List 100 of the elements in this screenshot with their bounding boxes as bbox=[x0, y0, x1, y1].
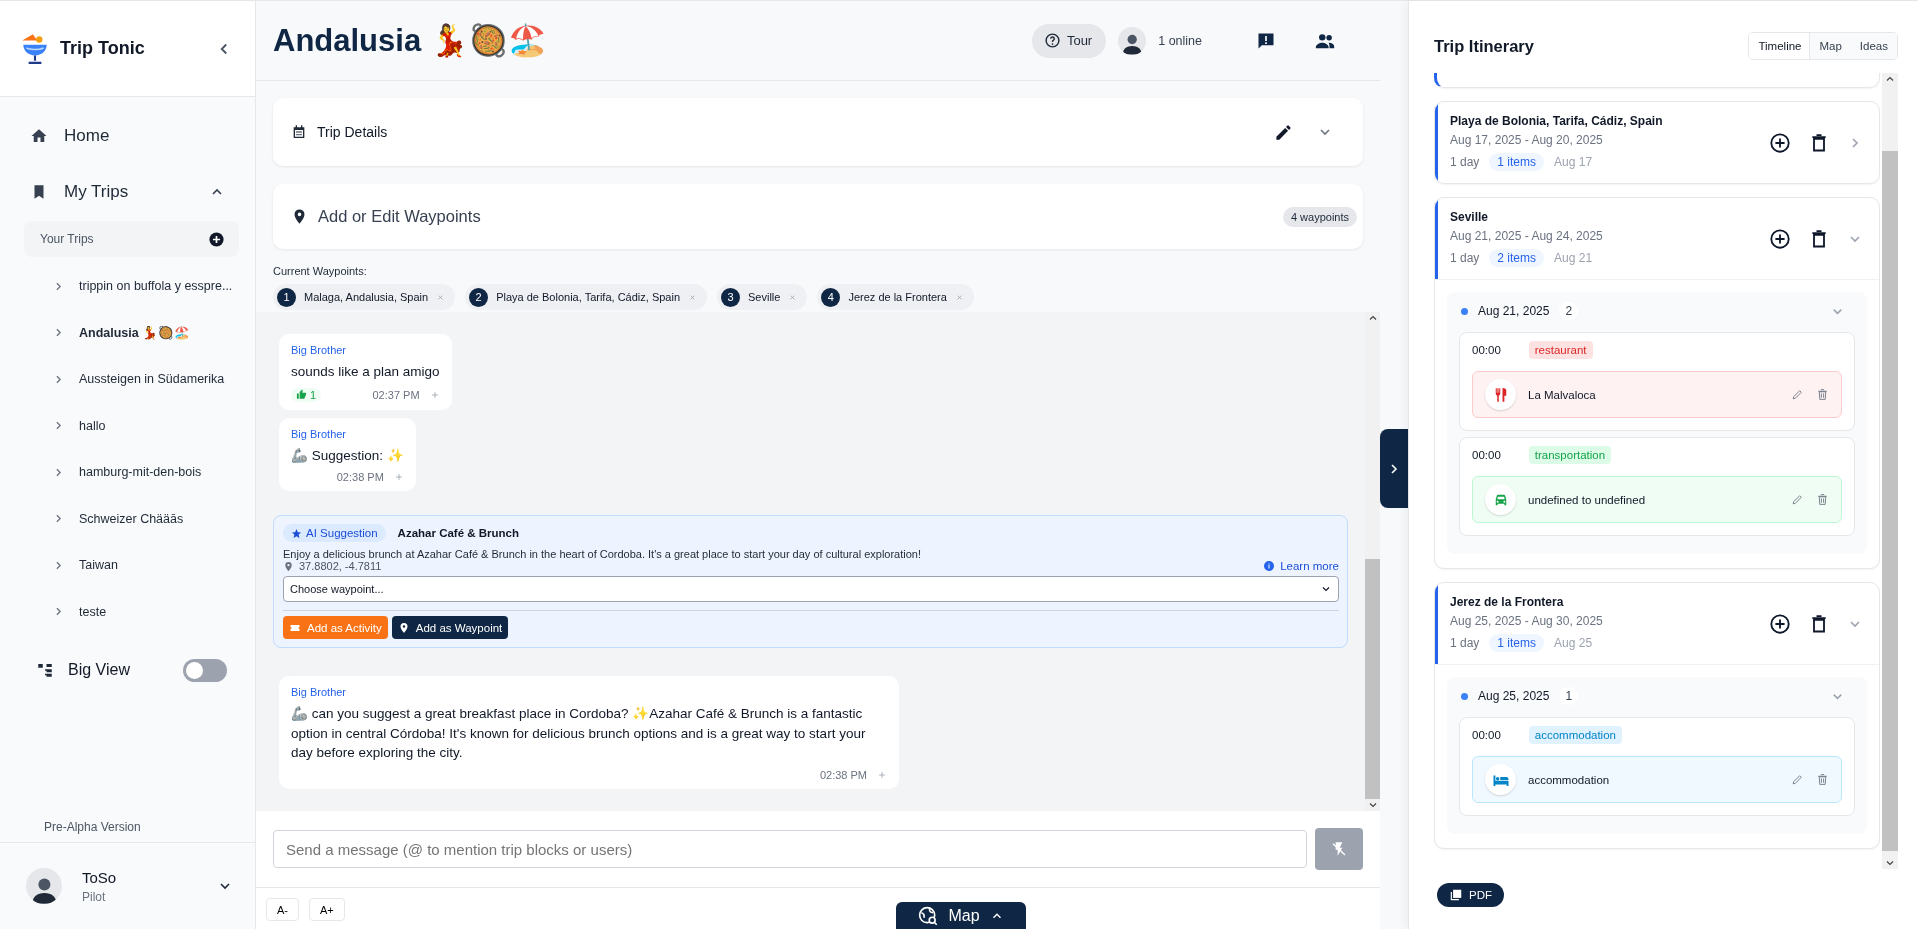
waypoint-chip[interactable]: 2 Playa de Bolonia, Tarifa, Cádiz, Spain bbox=[465, 284, 707, 310]
scrollbar[interactable] bbox=[1882, 73, 1898, 869]
activity-name: undefined to undefined bbox=[1528, 493, 1647, 506]
waypoint-number: 4 bbox=[821, 287, 841, 307]
message-text: 🦾 can you suggest a great breakfast place in Cordoba? ✨Azahar Café & Brunch is a fantastic option in central Córdoba! It's known for delicious brunch options and is a great way to start your day before exploring the city. bbox=[291, 705, 867, 763]
globe-search-icon bbox=[918, 906, 939, 926]
help-icon bbox=[1043, 32, 1061, 49]
add-icon[interactable] bbox=[1769, 227, 1791, 250]
waypoint-name: Playa de Bolonia, Tarifa, Cádiz, Spain bbox=[496, 291, 680, 303]
add-icon[interactable] bbox=[1769, 612, 1791, 635]
message-time: 02:38 PM bbox=[819, 768, 867, 781]
entry-time: 00:00 bbox=[1472, 729, 1501, 741]
view-tab[interactable]: Ideas bbox=[1850, 33, 1897, 59]
day-dot-icon bbox=[1461, 307, 1468, 315]
day-count: 2 bbox=[1559, 302, 1579, 320]
message-author: Big Brother bbox=[291, 686, 348, 699]
day-date: Aug 25, 2025 bbox=[1478, 689, 1550, 703]
pin-icon bbox=[397, 621, 410, 634]
waypoint-name: Seville bbox=[748, 291, 781, 303]
category-tag: transportation bbox=[1528, 446, 1612, 464]
message-time: 02:38 PM bbox=[336, 471, 384, 484]
stop-length: 1 day bbox=[1450, 155, 1480, 169]
day-label: Aug 25 bbox=[1554, 636, 1593, 650]
stop-title: Seville bbox=[1450, 210, 1490, 224]
message-text: sounds like a plan amigo bbox=[291, 363, 440, 381]
version-label: Pre-Alpha Version bbox=[43, 820, 142, 836]
waypoint-count: 4 waypoints bbox=[1282, 206, 1357, 227]
suggestion-text: Enjoy a delicious brunch at Azahar Café & Brunch in the heart of Cordoba. It's a great place to start your day of cultural exploration! bbox=[283, 548, 923, 561]
user-name: ToSo bbox=[82, 868, 118, 886]
coordinates: 37.8802, -4.7811 bbox=[299, 560, 382, 573]
trip-item[interactable]: Aussteigen in Südamerika bbox=[0, 356, 255, 403]
setting-label: Big View bbox=[68, 661, 131, 679]
calendar-icon bbox=[291, 124, 307, 140]
avatar bbox=[26, 868, 62, 904]
waypoints-panel[interactable]: Add or Edit Waypoints 4 waypoints bbox=[273, 184, 1363, 249]
waypoint-chip[interactable]: 3 Seville bbox=[717, 284, 808, 310]
nav-item[interactable]: My Trips bbox=[0, 169, 255, 215]
online-count: 1 online bbox=[1158, 33, 1202, 48]
section-label: Your Trips bbox=[40, 232, 94, 246]
waypoint-select[interactable]: Choose waypoint... bbox=[283, 576, 1339, 603]
message-time: 02:37 PM bbox=[372, 388, 420, 401]
avatar bbox=[1118, 26, 1147, 55]
section-label: Current Waypoints: bbox=[273, 265, 368, 277]
stop-dates: Aug 21, 2025 - Aug 24, 2025 bbox=[1450, 229, 1604, 243]
toggle-switch[interactable] bbox=[183, 658, 227, 682]
stop-dates: Aug 25, 2025 - Aug 30, 2025 bbox=[1450, 614, 1604, 628]
waypoint-chip[interactable]: 1 Malaga, Andalusia, Spain bbox=[273, 284, 456, 310]
message-field[interactable]: Send a message (@ to mention trip blocks or users) bbox=[273, 830, 1307, 868]
pdf-button[interactable]: PDF bbox=[1437, 883, 1504, 907]
pin-icon bbox=[283, 560, 294, 572]
waypoint-name: Jerez de la Frontera bbox=[848, 291, 947, 303]
font-size-button[interactable]: A+ bbox=[309, 898, 345, 921]
trip-item[interactable]: hamburg-mit-den-bois bbox=[0, 449, 255, 496]
view-tab[interactable]: Map bbox=[1810, 33, 1851, 59]
map-button[interactable]: Map bbox=[896, 902, 1026, 929]
learn-more-link[interactable]: Learn more bbox=[1263, 560, 1339, 573]
add-trip-icon[interactable] bbox=[208, 230, 225, 248]
stop-dates: Aug 17, 2025 - Aug 20, 2025 bbox=[1450, 133, 1604, 147]
trip-item[interactable]: trippin on buffola y esspre... bbox=[0, 263, 255, 310]
user-role: Pilot bbox=[82, 889, 107, 904]
entry-time: 00:00 bbox=[1472, 344, 1501, 356]
category-tag: accommodation bbox=[1528, 726, 1622, 744]
stop-length: 1 day bbox=[1450, 636, 1480, 650]
stop-title: Jerez de la Frontera bbox=[1450, 595, 1565, 609]
scrollbar[interactable] bbox=[1365, 312, 1380, 811]
day-dot-icon bbox=[1461, 692, 1468, 700]
trip-item[interactable]: Taiwan bbox=[0, 542, 255, 589]
day-label: Aug 17 bbox=[1554, 155, 1593, 169]
star-icon bbox=[291, 527, 302, 539]
waypoint-name: Malaga, Andalusia, Spain bbox=[304, 291, 429, 303]
brand-name: Trip Tonic bbox=[60, 38, 146, 59]
entry-time: 00:00 bbox=[1472, 449, 1501, 461]
trip-item[interactable]: Schweizer Chääās bbox=[0, 495, 255, 542]
delete-icon[interactable] bbox=[1809, 613, 1829, 634]
trip-title: Andalusia 💃🥘🏖 bbox=[273, 22, 548, 59]
waypoint-number: 3 bbox=[721, 287, 740, 307]
trip-details-panel[interactable]: Trip Details bbox=[273, 98, 1363, 166]
trip-item[interactable]: Andalusia 💃🥘🏖 bbox=[0, 309, 255, 356]
home-icon bbox=[30, 127, 48, 145]
activity-name: accommodation bbox=[1528, 773, 1611, 786]
add-icon[interactable] bbox=[1769, 131, 1791, 154]
nav-item[interactable]: Home bbox=[0, 113, 255, 159]
send-button[interactable] bbox=[1315, 828, 1363, 870]
trip-item[interactable]: teste bbox=[0, 588, 255, 635]
ai-badge: AI Suggestion bbox=[283, 524, 386, 543]
day-date: Aug 21, 2025 bbox=[1478, 304, 1550, 318]
add-waypoint-button[interactable]: Add as Waypoint bbox=[391, 616, 509, 640]
category-tag: restaurant bbox=[1528, 341, 1593, 359]
message-author: Big Brother bbox=[291, 344, 348, 356]
day-count: 1 bbox=[1559, 687, 1579, 705]
tour-button[interactable]: Tour bbox=[1031, 23, 1107, 58]
delete-icon[interactable] bbox=[1809, 228, 1829, 249]
view-tab[interactable]: Timeline bbox=[1749, 33, 1811, 59]
thumbs-up-icon bbox=[296, 389, 307, 401]
panel-toggle-button[interactable] bbox=[1380, 429, 1408, 508]
message-author: Big Brother bbox=[291, 427, 348, 440]
waypoint-chip[interactable]: 4 Jerez de la Frontera bbox=[817, 284, 974, 310]
trip-item[interactable]: hallo bbox=[0, 402, 255, 449]
delete-icon[interactable] bbox=[1809, 132, 1829, 153]
font-size-button[interactable]: A- bbox=[266, 898, 299, 921]
